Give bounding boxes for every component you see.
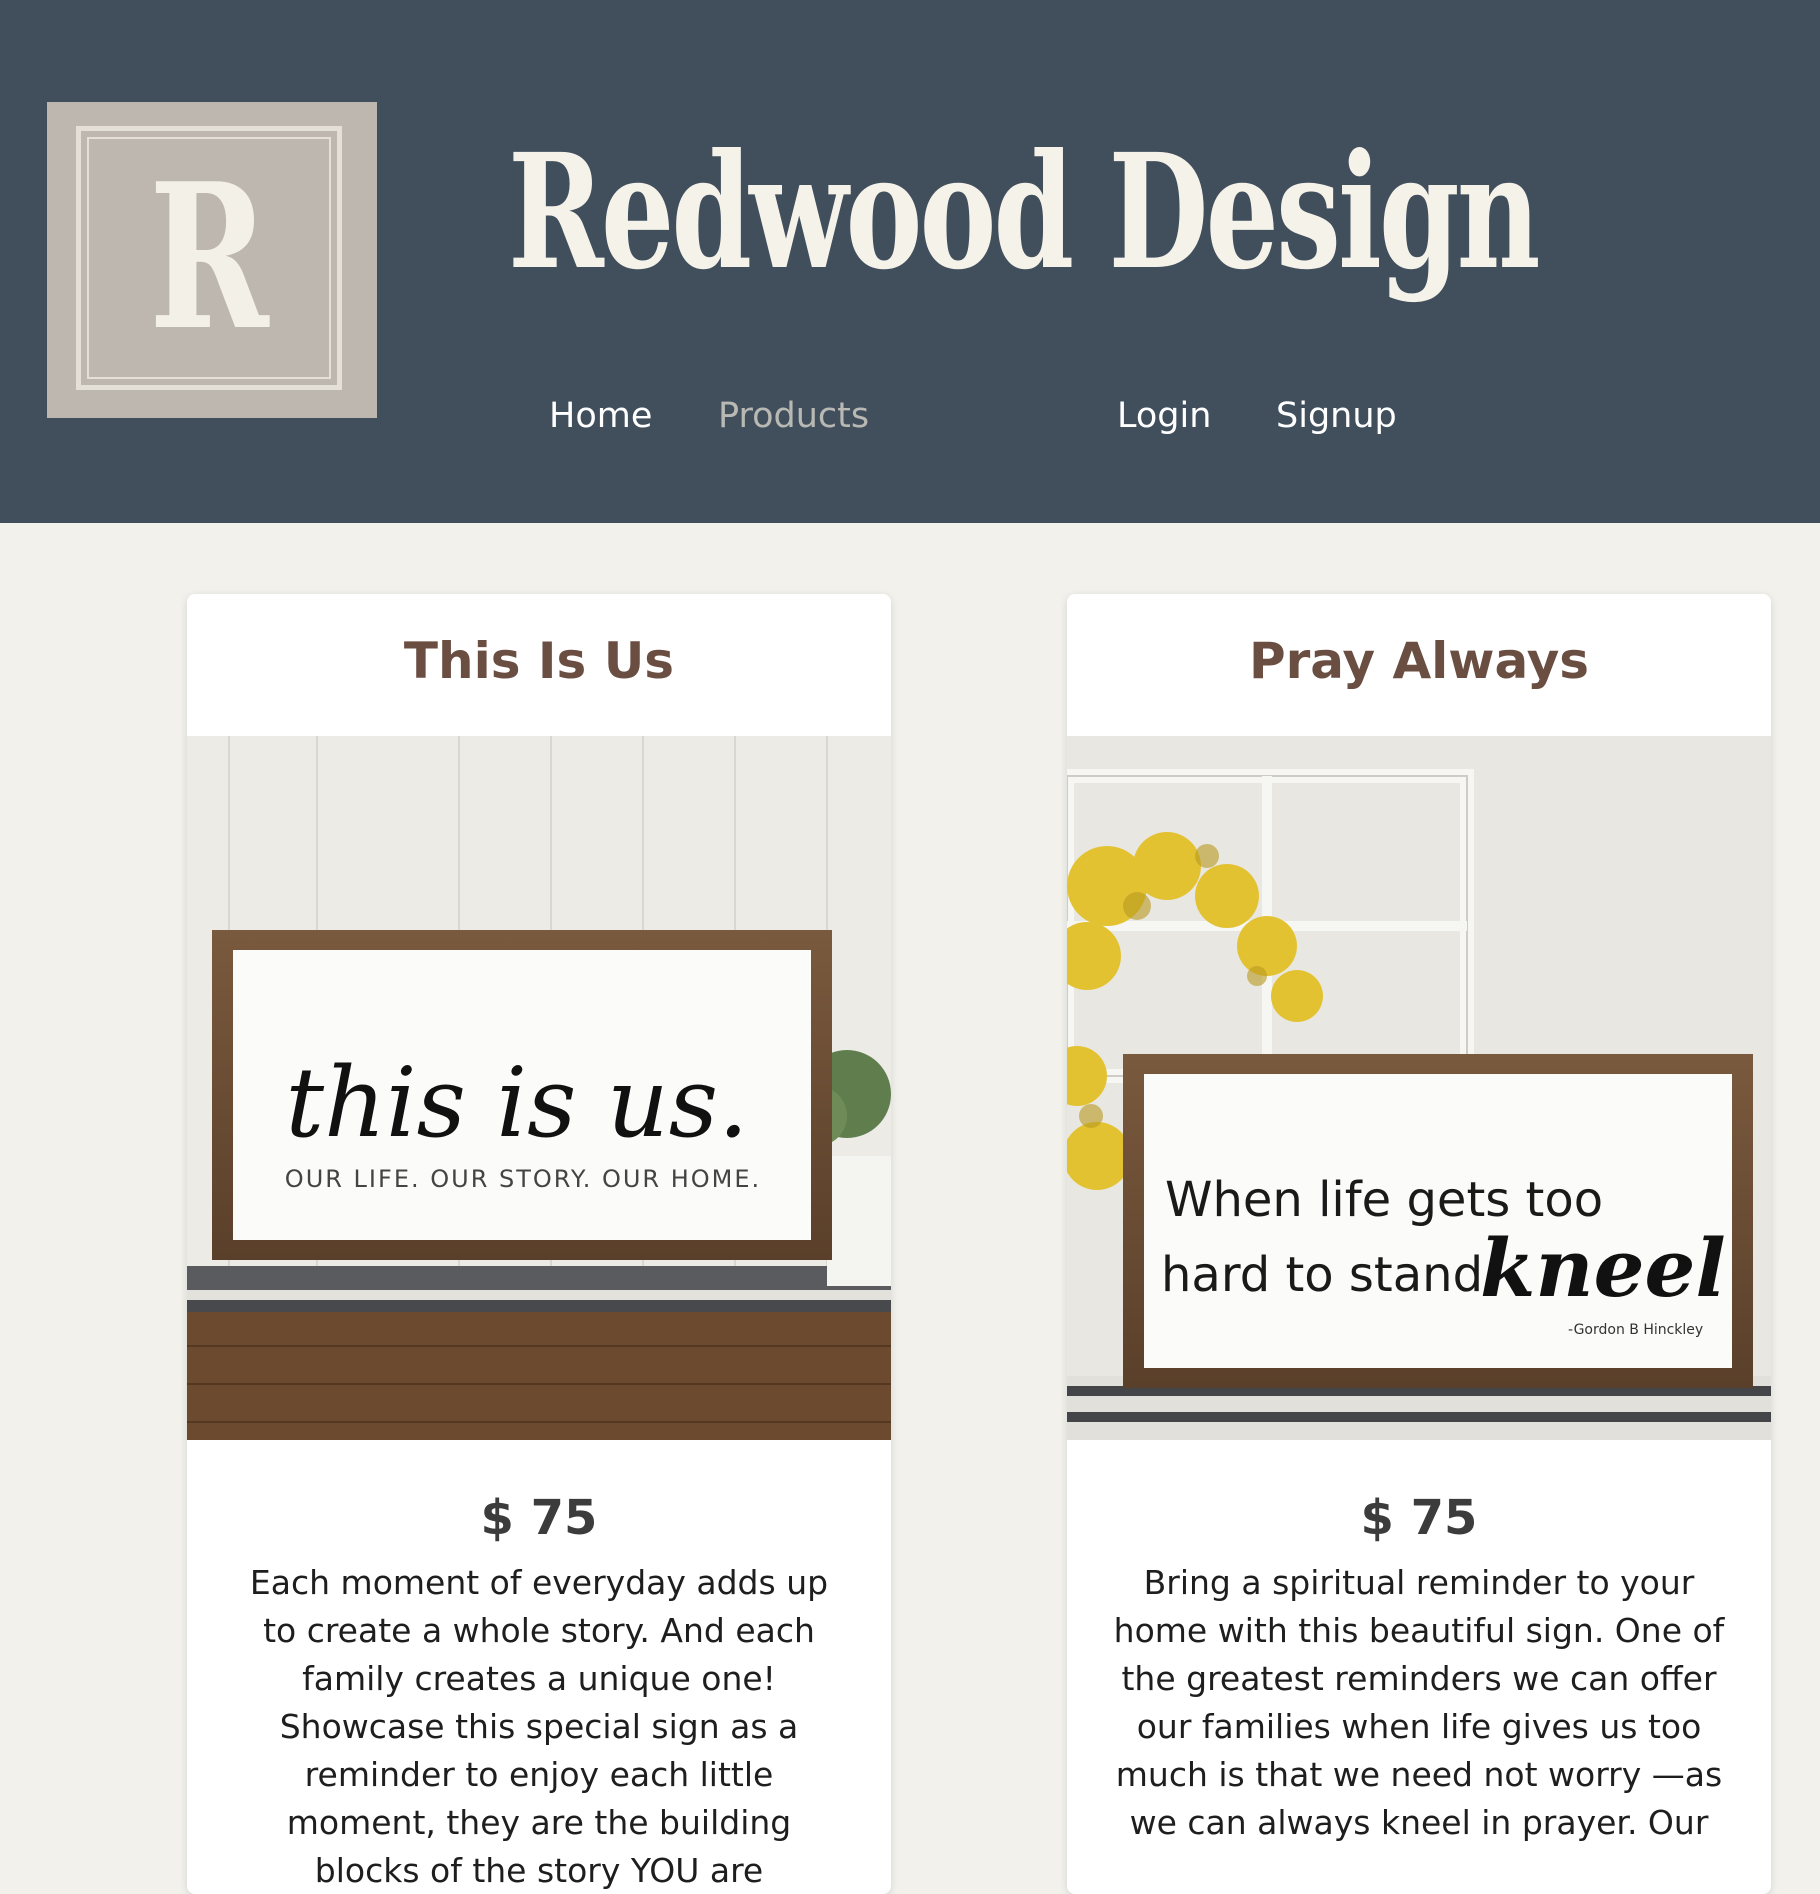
nav-signup-link[interactable]: Signup xyxy=(1276,396,1397,436)
sign-text-line2: hard to stand xyxy=(1161,1247,1483,1303)
site-header: R Redwood Design Home Products Login Sig… xyxy=(0,0,1820,523)
nav-login-link[interactable]: Login xyxy=(1117,396,1211,436)
logo[interactable]: R xyxy=(47,102,377,418)
nav-products-link[interactable]: Products xyxy=(718,396,869,436)
site-title: Redwood Design xyxy=(508,120,1541,305)
sign-text: this is us. xyxy=(286,1047,749,1159)
product-title: Pray Always xyxy=(1248,632,1590,690)
product-image[interactable]: this is us. OUR LIFE. OUR STORY. OUR HOM… xyxy=(187,736,891,1440)
product-card[interactable]: This Is Us this is us. OUR LIFE. OUR STO… xyxy=(187,594,891,1894)
product-title: This Is Us xyxy=(403,632,675,690)
product-description: Bring a spiritual reminder to your home … xyxy=(1113,1563,1725,1842)
logo-frame: R xyxy=(76,126,342,390)
nav-home-link[interactable]: Home xyxy=(549,396,652,436)
product-description: Each moment of everyday adds up to creat… xyxy=(249,1563,829,1890)
product-price: $ 75 xyxy=(480,1490,598,1546)
sign-subtext: OUR LIFE. OUR STORY. OUR HOME. xyxy=(285,1165,761,1193)
sign-text-line1: When life gets too xyxy=(1165,1172,1603,1228)
product-price: $ 75 xyxy=(1360,1490,1478,1546)
product-card[interactable]: Pray Always When life gets too hard to s… xyxy=(1067,594,1771,1894)
sign-author: -Gordon B Hinckley xyxy=(1568,1322,1703,1338)
sign-text-kneel: kneel xyxy=(1480,1221,1726,1315)
product-image[interactable]: When life gets too hard to stand kneel -… xyxy=(1067,736,1771,1440)
logo-letter: R xyxy=(149,140,269,375)
